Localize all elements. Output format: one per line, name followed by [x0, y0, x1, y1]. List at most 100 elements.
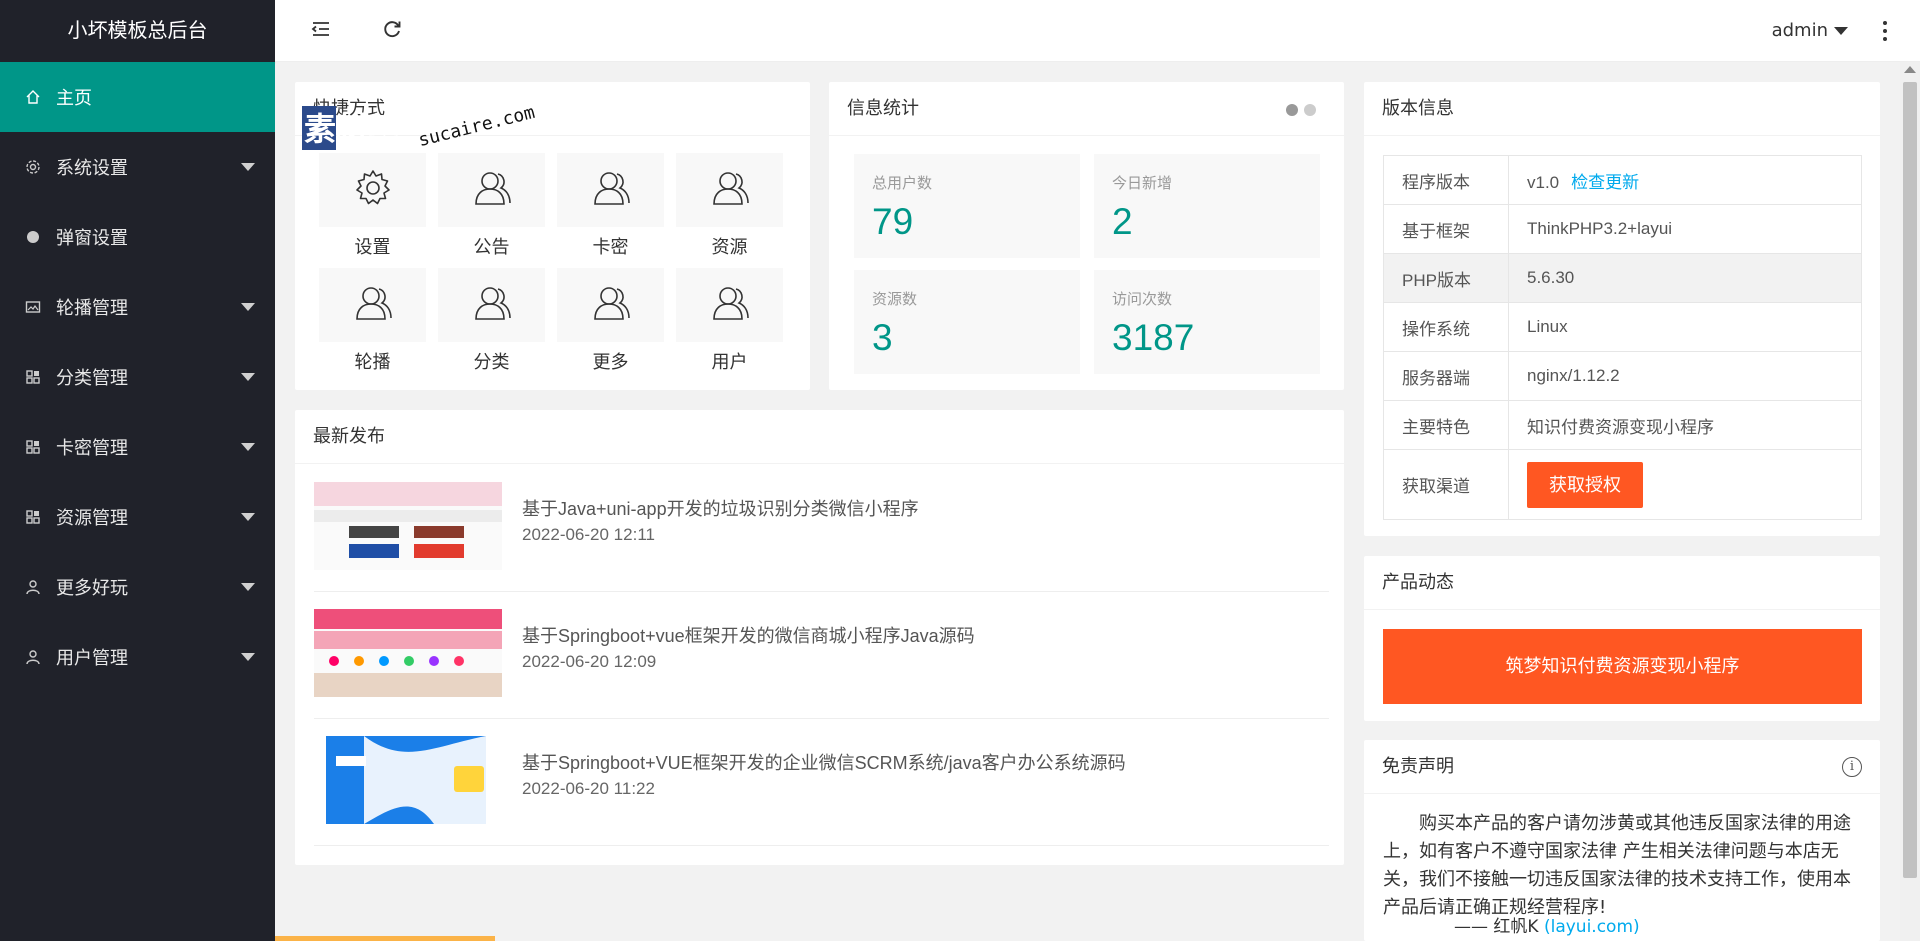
stats-card: 信息统计 总用户数 79 今日新增 2 资源数 3 访问次数 3187: [829, 82, 1344, 390]
sidebar-item-carousel[interactable]: 轮播管理: [0, 272, 275, 342]
users-icon: [709, 282, 751, 329]
post-date: 2022-06-20 12:11: [522, 525, 655, 544]
more-vertical-icon[interactable]: [1880, 18, 1890, 44]
sidebar-item-card-keys[interactable]: 卡密管理: [0, 412, 275, 482]
carousel-dot[interactable]: [1304, 104, 1316, 116]
sidebar-item-more-fun[interactable]: 更多好玩: [0, 552, 275, 622]
shortcut-users[interactable]: 用户: [676, 268, 783, 376]
sidebar-item-system-settings[interactable]: 系统设置: [0, 132, 275, 202]
table-key: 服务器端: [1383, 351, 1509, 401]
table-value: 5.6.30: [1508, 253, 1862, 303]
sidebar-item-label: 更多好玩: [56, 578, 128, 599]
check-update-link[interactable]: 检查更新: [1571, 173, 1639, 192]
grid-icon: [24, 368, 42, 386]
version-table: 程序版本 v1.0 检查更新 基于框架 ThinkPHP3.2+layui PHP…: [1383, 155, 1862, 520]
scroll-up-icon[interactable]: [1904, 66, 1916, 73]
table-key: PHP版本: [1383, 253, 1509, 303]
disclaimer-text: 购买本产品的客户请勿涉黄或其他违反国家法律的用途上，如有客户不遵守国家法律 产生…: [1383, 813, 1851, 918]
table-key: 主要特色: [1383, 400, 1509, 450]
get-license-button[interactable]: 获取授权: [1527, 461, 1643, 508]
sidebar-item-label: 系统设置: [56, 158, 128, 179]
table-key: 操作系统: [1383, 302, 1509, 352]
author-name: —— 红帆K: [1454, 917, 1539, 937]
users-icon: [352, 282, 394, 329]
table-key: 获取渠道: [1383, 449, 1509, 520]
shortcut-label: 更多: [592, 352, 629, 373]
disclaimer-title: 免责声明: [1364, 740, 1880, 794]
chevron-down-icon: [241, 303, 255, 311]
table-value: Linux: [1508, 302, 1862, 352]
table-key: 程序版本: [1383, 155, 1509, 205]
disclaimer-card: 免责声明 i 购买本产品的客户请勿涉黄或其他违反国家法律的用途上，如有客户不遵守…: [1364, 740, 1880, 941]
stat-value: 2: [1112, 201, 1133, 242]
stat-value: 3187: [1112, 317, 1195, 358]
post-title: 基于Springboot+vue框架开发的微信商城小程序Java源码: [522, 626, 975, 646]
shortcut-label: 卡密: [592, 237, 629, 258]
list-item[interactable]: 基于Springboot+vue框架开发的微信商城小程序Java源码 2022-…: [314, 592, 1329, 719]
table-row: 主要特色 知识付费资源变现小程序: [1383, 400, 1862, 450]
sidebar-item-resources[interactable]: 资源管理: [0, 482, 275, 552]
post-title: 基于Java+uni-app开发的垃圾识别分类微信小程序: [522, 499, 919, 519]
chevron-down-icon: [241, 653, 255, 661]
sidebar-item-popup-settings[interactable]: 弹窗设置: [0, 202, 275, 272]
table-value: 获取授权: [1508, 449, 1862, 520]
stat-total-users[interactable]: 总用户数 79: [854, 154, 1080, 258]
table-row: 获取渠道 获取授权: [1383, 449, 1862, 520]
post-date: 2022-06-20 11:22: [522, 779, 655, 798]
users-icon: [709, 167, 751, 214]
shortcut-notice[interactable]: 公告: [438, 153, 545, 261]
table-value: nginx/1.12.2: [1508, 351, 1862, 401]
refresh-icon[interactable]: [381, 18, 405, 42]
list-item[interactable]: 基于Java+uni-app开发的垃圾识别分类微信小程序 2022-06-20 …: [314, 465, 1329, 592]
top-header: admin: [275, 0, 1920, 62]
shortcut-label: 设置: [354, 237, 391, 258]
shortcut-card-keys[interactable]: 卡密: [557, 153, 664, 261]
table-row: PHP版本 5.6.30: [1383, 253, 1862, 303]
shortcut-label: 轮播: [354, 352, 391, 373]
grid-icon: [24, 438, 42, 456]
menu-collapse-icon[interactable]: [310, 18, 334, 42]
product-title: 产品动态: [1364, 556, 1880, 610]
carousel-dot[interactable]: [1286, 104, 1298, 116]
shortcut-label: 资源: [711, 237, 748, 258]
shortcut-settings[interactable]: 设置: [319, 153, 426, 261]
image-icon: [24, 298, 42, 316]
shortcut-label: 分类: [473, 352, 510, 373]
gear-icon: [352, 167, 394, 214]
bottom-divider: [275, 936, 495, 941]
sidebar-item-label: 资源管理: [56, 508, 128, 529]
chevron-down-icon: [241, 583, 255, 591]
shortcut-more[interactable]: 更多: [557, 268, 664, 376]
shortcut-category[interactable]: 分类: [438, 268, 545, 376]
table-row: 操作系统 Linux: [1383, 302, 1862, 352]
table-value: 知识付费资源变现小程序: [1508, 400, 1862, 450]
home-icon: [24, 88, 42, 106]
sidebar-item-category[interactable]: 分类管理: [0, 342, 275, 412]
sidebar-item-user-management[interactable]: 用户管理: [0, 622, 275, 692]
info-icon[interactable]: i: [1842, 757, 1862, 777]
user-icon: [24, 578, 42, 596]
shortcut-resources[interactable]: 资源: [676, 153, 783, 261]
scrollbar-thumb[interactable]: [1903, 82, 1917, 878]
post-thumbnail: [314, 609, 502, 697]
disclaimer-author: —— 红帆K (layui.com): [1454, 912, 1640, 937]
carousel-dots: [1286, 104, 1316, 116]
product-banner-button[interactable]: 筑梦知识付费资源变现小程序: [1383, 629, 1862, 704]
table-value: v1.0 检查更新: [1508, 155, 1862, 205]
post-date: 2022-06-20 12:09: [522, 652, 657, 671]
table-row: 程序版本 v1.0 检查更新: [1383, 155, 1862, 205]
stat-resources[interactable]: 资源数 3: [854, 270, 1080, 374]
shortcut-carousel[interactable]: 轮播: [319, 268, 426, 376]
stat-label: 今日新增: [1112, 174, 1173, 192]
stat-label: 访问次数: [1112, 290, 1173, 308]
author-link[interactable]: (layui.com): [1544, 917, 1640, 937]
stat-visits[interactable]: 访问次数 3187: [1094, 270, 1320, 374]
list-item[interactable]: 基于Springboot+VUE框架开发的企业微信SCRM系统/java客户办公…: [314, 719, 1329, 846]
chevron-down-icon: [241, 163, 255, 171]
username: admin: [1771, 20, 1828, 41]
sidebar-item-home[interactable]: 主页: [0, 62, 275, 132]
shortcut-label: 公告: [473, 237, 510, 258]
stat-today-new[interactable]: 今日新增 2: [1094, 154, 1320, 258]
shortcut-label: 用户: [711, 352, 748, 373]
user-menu[interactable]: admin: [1772, 20, 1848, 41]
